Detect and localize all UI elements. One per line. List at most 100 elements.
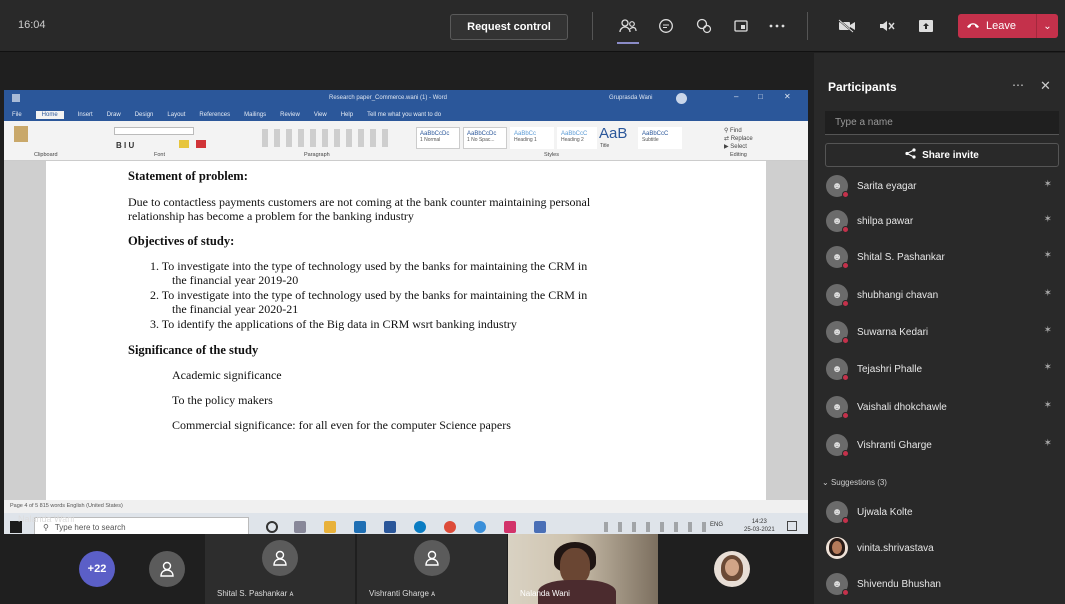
suggestions-header[interactable]: ⌄ Suggestions (3) [822, 478, 887, 487]
rooms-icon[interactable] [730, 15, 752, 37]
app-icon [504, 521, 516, 533]
store-icon [354, 521, 366, 533]
word-statusbar: Page 4 of 5 815 words English (United St… [4, 500, 808, 513]
system-tray [604, 522, 714, 532]
status-dot [842, 262, 849, 269]
mic-off-icon[interactable] [876, 15, 898, 37]
status-dot [842, 517, 849, 524]
participant-row[interactable]: ☻ Sarita eyagar ✶ [826, 173, 1060, 199]
style-heading-2: AaBbCcC Heading 2 [557, 127, 597, 149]
reactions-icon[interactable] [693, 15, 715, 37]
document-canvas: Statement of problem: Due to contactless… [4, 161, 808, 500]
video-person-face [560, 548, 590, 584]
chevron-down-icon[interactable]: ⌄ [1036, 14, 1058, 38]
heading-significance: Significance of the study [128, 343, 259, 357]
participant-row[interactable]: ☻ shilpa pawar ✶ [826, 208, 1060, 234]
active-tab-indicator [617, 42, 639, 44]
editing-group: ⚲ Find ⇄ Replace ▶ Select [724, 128, 753, 150]
list-item: 2. To investigate into the type of techn… [150, 288, 588, 302]
participant-row[interactable]: ☻ Tejashri Phalle ✶ [826, 356, 1060, 382]
style-heading-1: AaBbCc Heading 1 [510, 127, 554, 149]
status-dot [842, 589, 849, 596]
chat-icon[interactable] [655, 15, 677, 37]
ribbon-tab: Help [340, 111, 354, 118]
participant-tile[interactable]: Vishranti Gharge ᴀ [357, 534, 507, 604]
ribbon-group-label: Styles [544, 152, 559, 158]
participants-icon[interactable] [617, 15, 639, 37]
participant-name: shubhangi chavan [857, 289, 939, 301]
participant-row[interactable]: ☻ Vaishali dhokchawle ✶ [826, 394, 1060, 420]
mic-off-icon: ✶ [1043, 288, 1052, 299]
bold-icon: B I U [116, 141, 135, 150]
heading-objectives: Objectives of study: [128, 234, 235, 248]
participant-row[interactable]: ☻ Vishranti Gharge ✶ [826, 432, 1060, 458]
close-icon[interactable]: ✕ [1040, 78, 1051, 94]
share-invite-button[interactable]: Share invite [825, 143, 1059, 167]
mic-off-icon: ᴀ [431, 589, 436, 598]
teams-meeting-window: 16:04 Request control Leave ⌄ Research p… [0, 0, 1065, 604]
participant-name: shilpa pawar [857, 215, 914, 227]
more-options-icon[interactable]: ⋯ [1012, 78, 1024, 92]
participant-video-tile[interactable]: Nalanda Wani [508, 534, 658, 604]
suggestion-row[interactable]: vinita.shrivastava [826, 535, 1060, 561]
participant-name: Sarita eyagar [857, 180, 917, 192]
participant-row[interactable]: ☻ Suwarna Kedari ✶ [826, 319, 1060, 345]
meeting-timer: 16:04 [18, 19, 46, 31]
shared-content-stage: Research paper_Commerce.wani (1) - Word … [0, 53, 812, 542]
camera-off-icon[interactable] [836, 15, 858, 37]
more-icon[interactable] [766, 15, 788, 37]
suggestion-row[interactable]: ☻ Ujwala Kolte [826, 499, 1060, 525]
maximize-icon: □ [758, 92, 763, 101]
participant-name: Vishranti Gharge [857, 439, 932, 451]
participant-name: Shital S. Pashankar [857, 251, 945, 263]
word-ribbon: B I U AaBbCcDc 1 Normal AaBbCcDc 1 No Spac… [4, 121, 808, 161]
participant-tile[interactable]: Shital S. Pashankar ᴀ [205, 534, 355, 604]
participant-row[interactable]: ☻ shubhangi chavan ✶ [826, 282, 1060, 308]
chrome-icon [444, 521, 456, 533]
suggestion-row[interactable]: ☻ Shivendu Bhushan [826, 571, 1060, 597]
list-item-continued: the financial year 2020-21 [172, 302, 299, 316]
style-title: AaB [599, 125, 628, 142]
paragraph-line: Due to contactless payments customers ar… [128, 195, 591, 209]
chevron-down-icon: ⌄ [822, 478, 829, 487]
avatar [826, 537, 848, 559]
avatar: ☻ [826, 396, 849, 419]
status-dot [842, 226, 849, 233]
participant-search-input[interactable]: Type a name [825, 111, 1059, 135]
status-dot [842, 374, 849, 381]
user-avatar [676, 93, 687, 104]
taskbar-clock: 14:23 25-03-2021 [744, 519, 775, 533]
overflow-participants-badge[interactable]: +22 [79, 551, 115, 587]
leave-button[interactable]: Leave ⌄ [958, 14, 1058, 38]
avatar: ☻ [826, 321, 849, 344]
avatar: ☻ [826, 573, 849, 596]
meeting-toolbar: 16:04 Request control Leave ⌄ [0, 0, 1065, 52]
font-color-icon [196, 140, 206, 148]
request-control-button[interactable]: Request control [450, 14, 568, 40]
share-tray-icon[interactable] [915, 15, 937, 37]
paste-icon [14, 126, 28, 142]
mic-off-icon: ✶ [1043, 400, 1052, 411]
highlight-icon [179, 140, 189, 148]
ribbon-tab: Layout [167, 111, 186, 118]
tell-me-box: Tell me what you want to do [367, 111, 442, 118]
mic-off-icon: ✶ [1043, 214, 1052, 225]
taskbar-search-text: Type here to search [54, 523, 126, 532]
minimize-icon: – [734, 92, 739, 101]
edge-icon [414, 521, 426, 533]
style-normal: AaBbCcDc 1 Normal [416, 127, 460, 149]
leave-label: Leave [986, 20, 1016, 32]
share-invite-label: Share invite [922, 149, 979, 161]
share-icon [905, 148, 916, 162]
paragraph-line: Academic significance [172, 368, 282, 382]
ribbon-tab: Mailings [244, 111, 267, 118]
file-explorer-icon [324, 521, 336, 533]
paragraph-line: relationship has become a problem for th… [128, 209, 414, 223]
ribbon-tab: Home [35, 110, 64, 119]
status-dot [842, 412, 849, 419]
participant-photo-avatar[interactable] [714, 551, 750, 587]
list-item-continued: the financial year 2019-20 [172, 273, 299, 287]
participant-row[interactable]: ☻ Shital S. Pashankar ✶ [826, 244, 1060, 270]
mic-off-icon: ✶ [1043, 250, 1052, 261]
paragraph-line: Commercial significance: for all even fo… [172, 418, 511, 432]
